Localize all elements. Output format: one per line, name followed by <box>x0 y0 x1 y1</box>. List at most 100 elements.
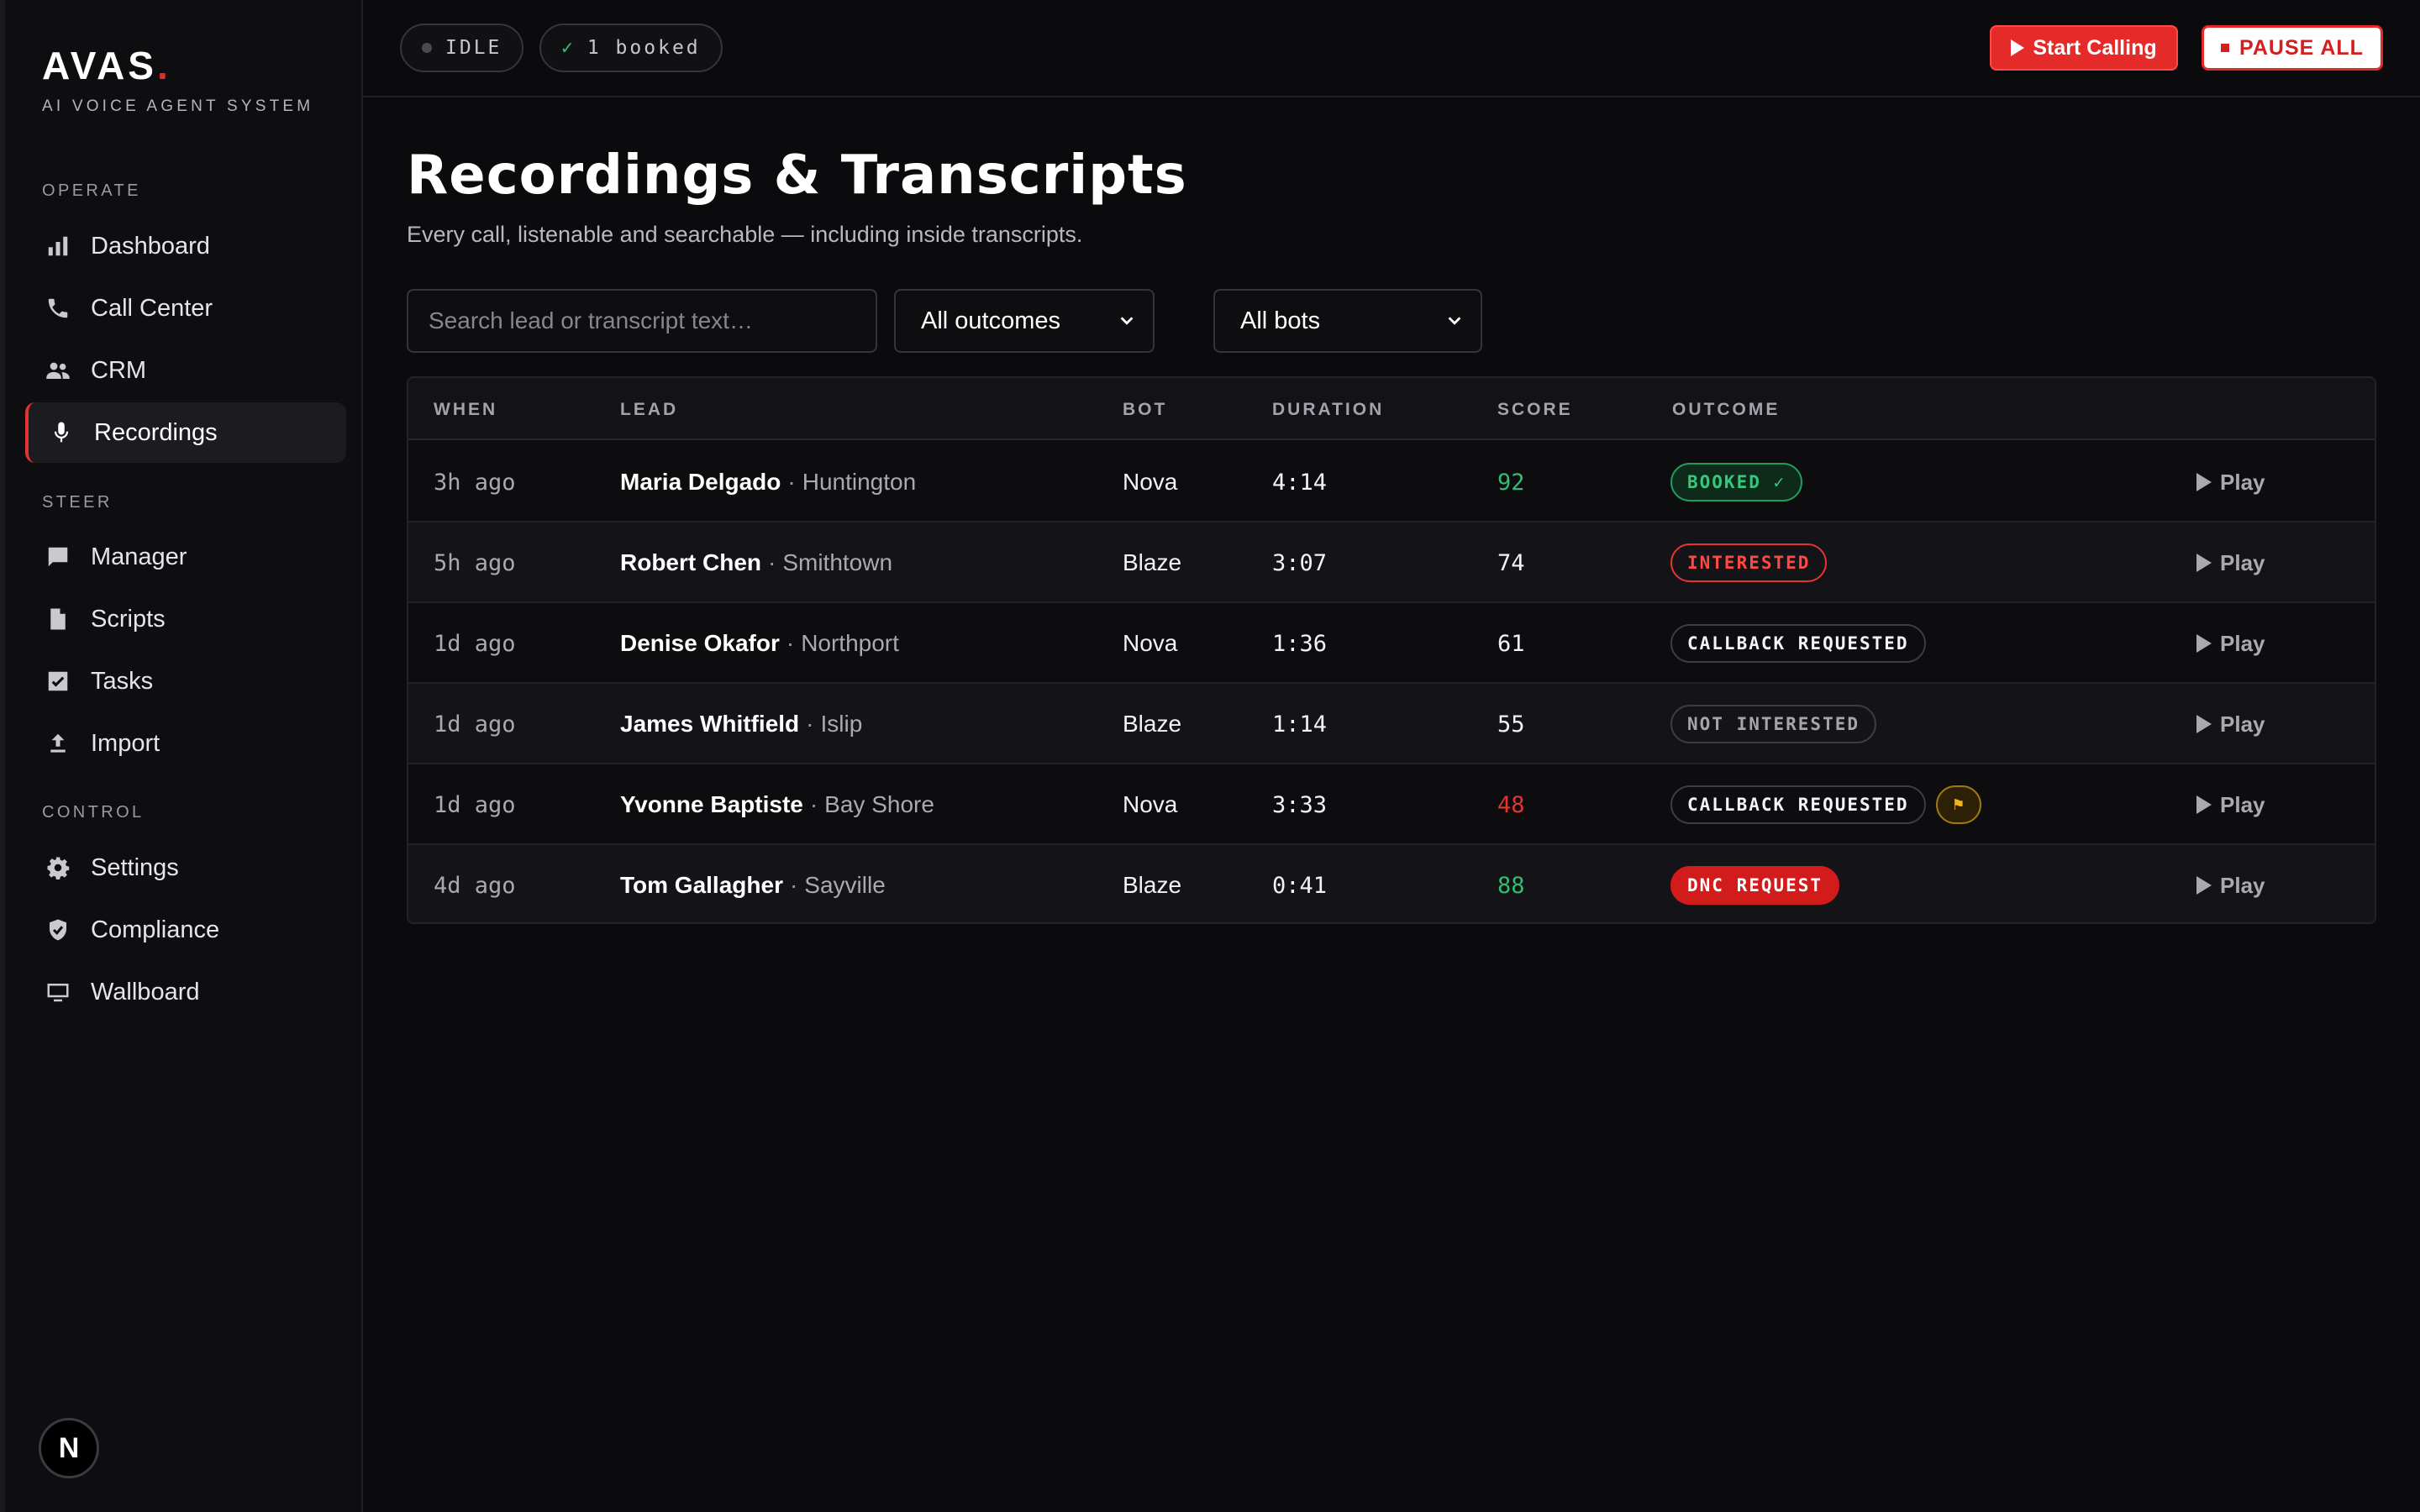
play-link[interactable]: Play <box>2196 631 2265 657</box>
lead-separator: · <box>806 711 814 737</box>
lead-separator: · <box>786 630 795 656</box>
sidebar-item-settings[interactable]: Settings <box>25 837 346 898</box>
sidebar-item-label: Import <box>91 729 160 757</box>
brand[interactable]: AVAS. AI VOICE AGENT SYSTEM <box>42 42 313 116</box>
status-pill-label: IDLE <box>445 37 502 59</box>
sidebar-item-compliance[interactable]: Compliance <box>25 900 346 960</box>
sidebar-item-label: Manager <box>91 543 187 570</box>
table-row[interactable]: 1d ago Yvonne Baptiste · Bay Shore Nova 3:33 4… <box>408 764 2375 845</box>
sidebar-item-import[interactable]: Import <box>25 713 346 774</box>
play-link[interactable]: Play <box>2196 711 2265 738</box>
gear-icon <box>45 855 71 880</box>
search-input[interactable] <box>407 289 877 353</box>
lead-cell[interactable]: Yvonne Baptiste · Bay Shore <box>620 764 934 845</box>
column-header-score[interactable]: SCORE <box>1497 400 1573 420</box>
lead-name: Robert Chen <box>620 549 761 575</box>
outcome-cell: INTERESTED <box>1670 522 1828 603</box>
table-row[interactable]: 1d ago Denise Okafor · Northport Nova 1:36 61 C… <box>408 603 2375 684</box>
recordings-table: WHEN LEAD BOT DURATION SCORE OUTCOME 3h … <box>407 376 2376 924</box>
page-subtitle: Every call, listenable and searchable — … <box>407 222 1083 247</box>
play-icon <box>2196 634 2212 653</box>
play-link[interactable]: Play <box>2196 873 2265 899</box>
lead-city: Sayville <box>804 872 886 898</box>
sidebar-item-label: Scripts <box>91 605 166 633</box>
outcome-cell: CALLBACK REQUESTED <box>1670 603 1926 684</box>
bot-filter-select[interactable]: All bots <box>1213 289 1482 353</box>
monitor-icon <box>45 979 71 1005</box>
sidebar-item-scripts[interactable]: Scripts <box>25 589 346 649</box>
play-link[interactable]: Play <box>2196 550 2265 576</box>
lead-city: Northport <box>801 630 899 656</box>
table-row[interactable]: 3h ago Maria Delgado · Huntington Nova 4:14 92… <box>408 442 2375 522</box>
lead-cell[interactable]: Maria Delgado · Huntington <box>620 442 916 522</box>
play-button[interactable]: Play <box>2196 442 2265 522</box>
duration-cell: 3:07 <box>1272 549 1328 576</box>
play-button[interactable]: Play <box>2196 522 2265 603</box>
sidebar-item-label: CRM <box>91 356 147 384</box>
play-button[interactable]: Play <box>2196 684 2265 764</box>
play-link[interactable]: Play <box>2196 792 2265 818</box>
play-button[interactable]: Play <box>2196 845 2265 922</box>
column-header-bot[interactable]: BOT <box>1123 400 1167 420</box>
bar-chart-icon <box>45 234 71 259</box>
sidebar-item-crm[interactable]: CRM <box>25 340 346 401</box>
outcome-cell: BOOKED ✓ <box>1670 442 1803 522</box>
shield-check-icon <box>45 917 71 942</box>
sidebar-item-wallboard[interactable]: Wallboard <box>25 962 346 1022</box>
score-cell: 92 <box>1497 469 1525 496</box>
column-header-duration[interactable]: DURATION <box>1272 400 1384 420</box>
column-header-outcome[interactable]: OUTCOME <box>1672 400 1780 420</box>
sidebar-item-tasks[interactable]: Tasks <box>25 651 346 711</box>
when-cell: 5h ago <box>434 549 516 576</box>
sidebar-item-manager[interactable]: Manager <box>25 527 346 587</box>
brand-name: AVAS <box>42 44 157 87</box>
avatar[interactable]: N <box>39 1418 99 1478</box>
sidebar-item-label: Wallboard <box>91 978 200 1005</box>
sidebar-item-recordings[interactable]: Recordings <box>25 402 346 463</box>
status-pill: IDLE <box>400 24 524 72</box>
table-row[interactable]: 1d ago James Whitfield · Islip Blaze 1:14 55 NO… <box>408 684 2375 764</box>
app-root: AVAS. AI VOICE AGENT SYSTEM OPERATE Dash… <box>0 0 2420 1512</box>
nav-section-steer: STEER <box>42 493 113 512</box>
sidebar-item-dashboard[interactable]: Dashboard <box>25 216 346 276</box>
sidebar: AVAS. AI VOICE AGENT SYSTEM OPERATE Dash… <box>0 0 363 1512</box>
bot-filter-value: All bots <box>1240 307 1321 334</box>
outcome-filter-value: All outcomes <box>921 307 1061 334</box>
lead-cell[interactable]: Robert Chen · Smithtown <box>620 522 892 603</box>
play-label: Play <box>2220 630 2265 656</box>
column-header-when[interactable]: WHEN <box>434 400 497 420</box>
start-calling-button[interactable]: Start Calling <box>1990 25 2178 71</box>
lead-cell[interactable]: James Whitfield · Islip <box>620 684 862 764</box>
brand-logo: AVAS. <box>42 42 313 89</box>
flag-icon[interactable]: ⚑ <box>1935 785 1981 824</box>
bot-cell: Blaze <box>1123 711 1182 737</box>
lead-name: Denise Okafor <box>620 630 780 656</box>
booked-pill: ✓ 1 booked <box>539 24 723 72</box>
pause-all-button[interactable]: PAUSE ALL <box>2202 25 2383 71</box>
sidebar-item-call-center[interactable]: Call Center <box>25 278 346 339</box>
checkbox-icon <box>45 669 71 694</box>
upload-icon <box>45 731 71 756</box>
table-row[interactable]: 4d ago Tom Gallagher · Sayville Blaze 0:41 88 D… <box>408 845 2375 922</box>
duration-cell: 3:33 <box>1272 791 1328 818</box>
lead-cell[interactable]: Tom Gallagher · Sayville <box>620 845 886 922</box>
when-cell: 1d ago <box>434 711 516 738</box>
lead-name: Tom Gallagher <box>620 872 783 898</box>
play-link[interactable]: Play <box>2196 470 2265 496</box>
lead-separator: · <box>809 791 818 817</box>
play-button[interactable]: Play <box>2196 603 2265 684</box>
outcome-filter-select[interactable]: All outcomes <box>894 289 1155 353</box>
outcome-badge: CALLBACK REQUESTED <box>1670 785 1926 824</box>
duration-cell: 1:14 <box>1272 711 1328 738</box>
lead-separator: · <box>789 872 798 898</box>
play-button[interactable]: Play <box>2196 764 2265 845</box>
duration-cell: 0:41 <box>1272 872 1328 899</box>
nav-section-operate: OPERATE <box>42 181 141 200</box>
lead-cell[interactable]: Denise Okafor · Northport <box>620 603 899 684</box>
column-header-lead[interactable]: LEAD <box>620 400 678 420</box>
bot-cell: Blaze <box>1123 872 1182 898</box>
booked-pill-label: 1 booked <box>587 37 701 59</box>
play-label: Play <box>2220 549 2265 575</box>
table-row[interactable]: 5h ago Robert Chen · Smithtown Blaze 3:07 74 IN… <box>408 522 2375 603</box>
lead-separator: · <box>768 549 776 575</box>
